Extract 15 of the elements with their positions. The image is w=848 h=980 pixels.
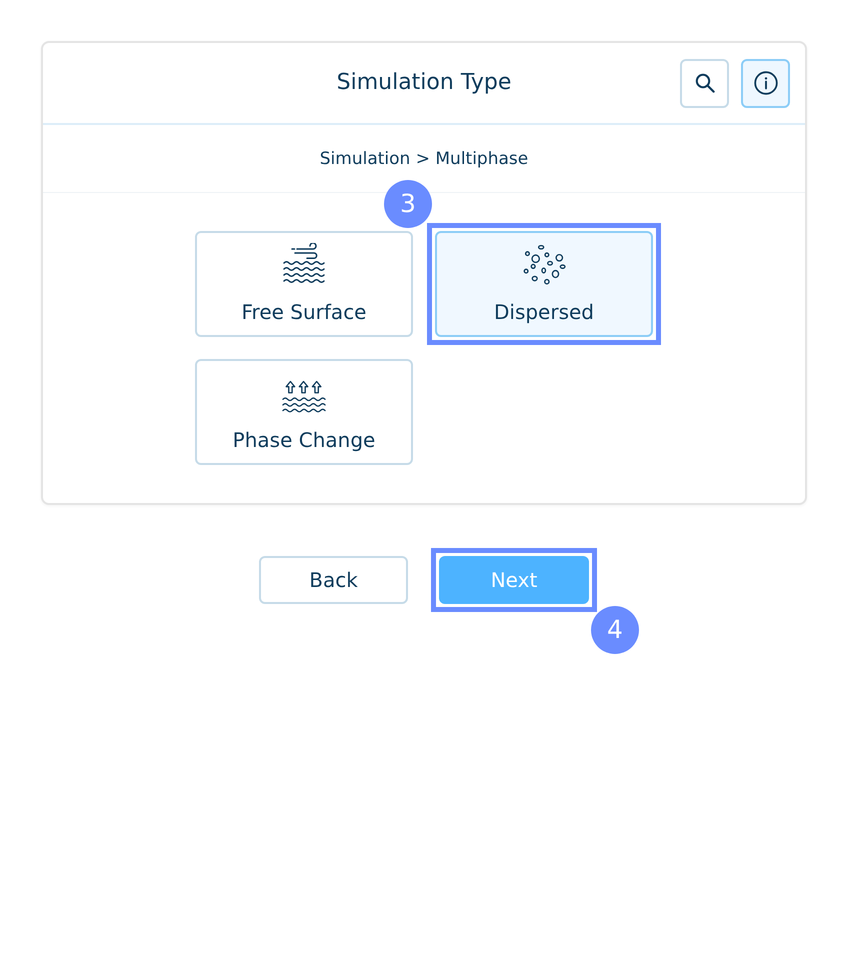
step-number-badge: 3: [384, 180, 432, 228]
info-button[interactable]: [741, 58, 790, 108]
option-tile[interactable]: Dispersed: [435, 231, 653, 337]
bubbles-icon: [522, 243, 566, 285]
search-button[interactable]: [680, 58, 729, 108]
dialog-title: Simulation Type: [336, 69, 512, 97]
wind-waves-icon: [282, 243, 326, 285]
back-button[interactable]: Back: [259, 556, 408, 604]
option-tile[interactable]: Phase Change: [195, 359, 413, 465]
step-number-badge: 4: [591, 606, 639, 654]
search-icon: [694, 73, 714, 93]
breadcrumb: Simulation > Multiphase: [320, 148, 528, 170]
info-icon: [754, 71, 778, 95]
arrows-waves-icon: [282, 380, 326, 413]
option-tile[interactable]: Free Surface: [195, 231, 413, 337]
